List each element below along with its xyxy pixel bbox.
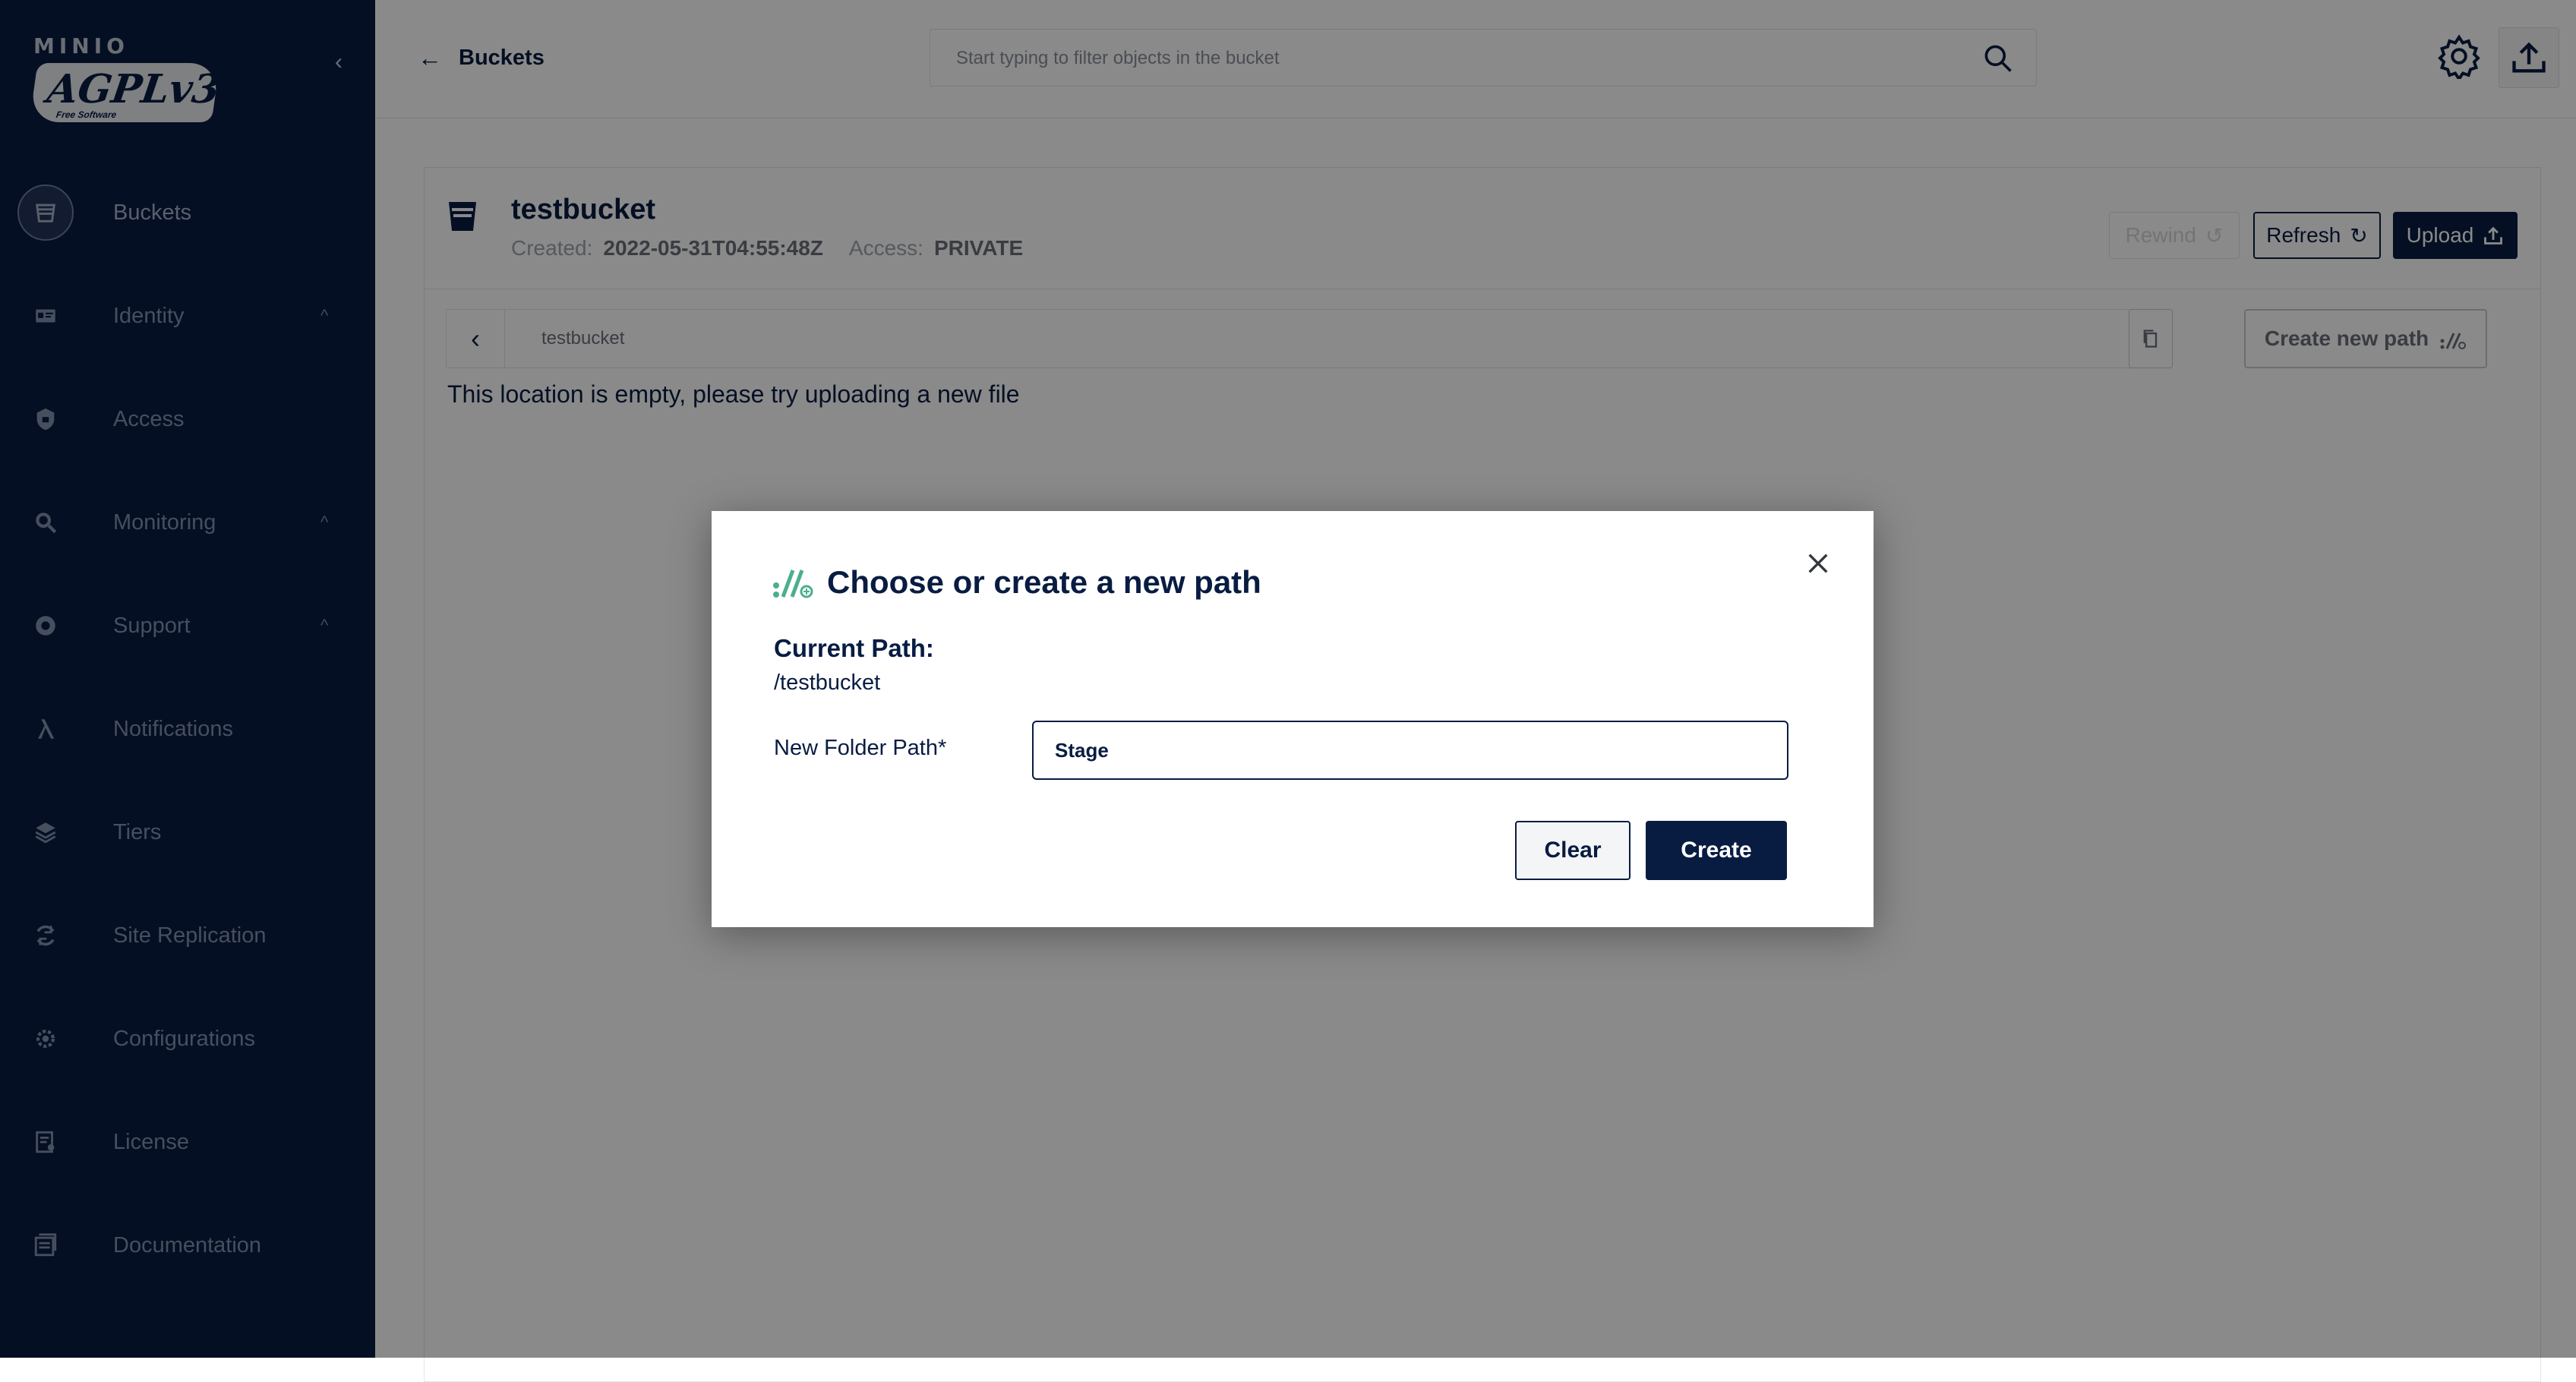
current-path-label: Current Path:	[774, 634, 934, 662]
clear-button[interactable]: Clear	[1515, 821, 1631, 880]
new-path-icon	[773, 570, 813, 598]
close-button[interactable]	[1799, 544, 1837, 582]
folder-path-input[interactable]	[1032, 721, 1788, 780]
dialog-title: Choose or create a new path	[827, 564, 1261, 600]
current-path-value: /testbucket	[774, 670, 881, 695]
close-icon	[1808, 554, 1828, 573]
folder-path-label: New Folder Path*	[774, 736, 947, 760]
create-path-dialog: Choose or create a new path Current Path…	[712, 511, 1874, 927]
create-button[interactable]: Create	[1646, 821, 1787, 880]
